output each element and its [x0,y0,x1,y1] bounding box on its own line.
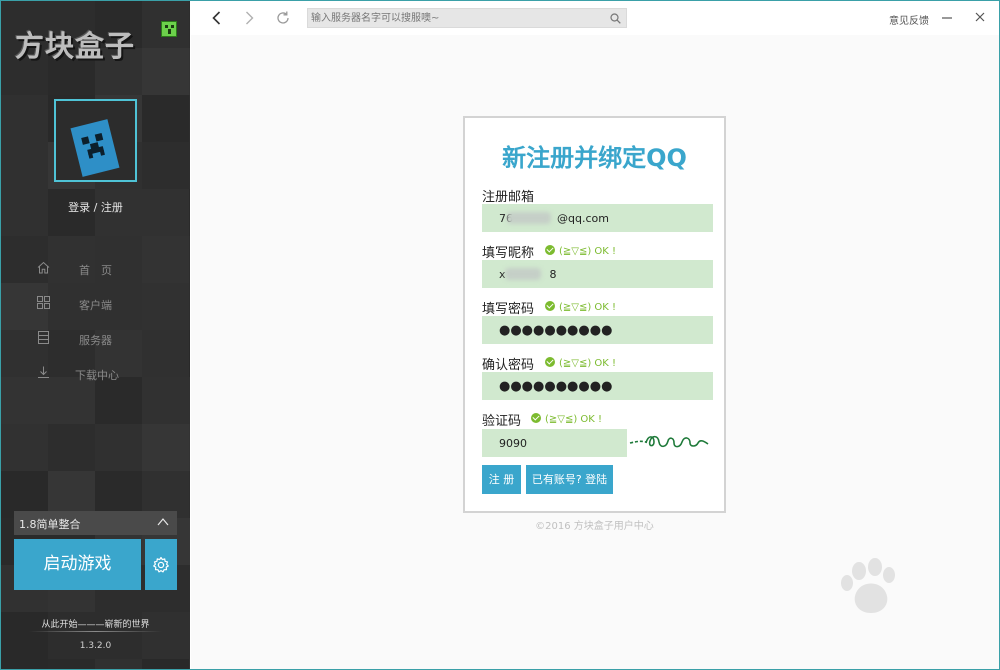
nickname-ok-status: (≧▽≦) OK ! [545,245,616,257]
nav-item-home[interactable]: 首 页 [37,259,177,279]
nav-label-download: 下载中心 [75,369,119,382]
gear-icon [153,556,169,573]
nav-item-download[interactable]: 下载中心 [37,364,177,384]
version-select-value: 1.8简单整合 [19,518,81,531]
home-icon [37,261,50,274]
minimize-icon[interactable] [939,9,955,25]
register-button[interactable]: 注 册 [482,465,521,494]
baidu-paw-logo [841,558,895,613]
app-logo-text: 方块盒子 [15,29,136,63]
captcha-squiggle-image [629,435,709,448]
captcha-ok-text: (≧▽≦) OK ! [545,414,603,425]
top-bar: 意见反馈 [191,1,999,35]
settings-button[interactable] [145,539,177,590]
confirm-password-label: 确认密码 [482,358,535,373]
refresh-icon[interactable] [275,10,291,26]
app-window: 方块盒子 登录 / 注册 首 页 客户端 服务器 下载中心 1.8简单整合 启动… [0,0,1000,670]
forward-icon[interactable] [241,10,257,26]
nav-label-server: 服务器 [79,334,112,347]
check-icon [545,357,555,367]
search-icon[interactable] [610,13,621,24]
check-icon [531,413,541,423]
sidebar: 方块盒子 登录 / 注册 首 页 客户端 服务器 下载中心 1.8简单整合 启动… [1,1,190,669]
creeper-logo-icon [161,21,177,37]
check-icon [545,245,555,255]
email-redaction [507,212,551,224]
back-icon[interactable] [209,10,225,26]
copyright-footer: ©2016 方块盒子用户中心 [535,521,654,532]
check-icon [545,301,555,311]
creeper-avatar-icon [70,119,120,177]
login-register-link[interactable]: 登录 / 注册 [1,199,190,215]
have-account-login-button[interactable]: 已有账号? 登陆 [526,465,613,494]
password-ok-status: (≧▽≦) OK ! [545,301,616,313]
nav-label-home: 首 页 [79,264,112,277]
launch-game-button[interactable]: 启动游戏 [14,539,141,590]
password-label: 填写密码 [482,302,535,317]
nickname-ok-text: (≧▽≦) OK ! [559,246,617,257]
user-avatar[interactable] [54,99,137,182]
grid-icon [37,296,50,309]
captcha-field[interactable] [482,429,627,457]
captcha-image[interactable] [628,429,712,457]
chevron-up-icon [157,518,169,526]
form-title: 新注册并绑定QQ [502,144,687,172]
nav-item-server[interactable]: 服务器 [37,329,177,349]
search-box [307,8,627,28]
server-icon [38,331,49,344]
version-select[interactable]: 1.8简单整合 [14,511,177,535]
confirm-password-field[interactable] [482,372,713,400]
nickname-redaction [505,268,541,280]
app-version: 1.3.2.0 [79,641,112,651]
confirm-password-ok-status: (≧▽≦) OK ! [545,357,616,369]
close-icon[interactable] [972,9,988,25]
captcha-label: 验证码 [482,414,522,429]
nav-item-client[interactable]: 客户端 [37,294,177,314]
register-card: 新注册并绑定QQ 注册邮箱 填写昵称 (≧▽≦) OK ! 填写密码 (≧▽≦)… [463,116,726,513]
email-label: 注册邮箱 [482,190,535,205]
slogan-text: 从此开始———崭新的世界 [41,620,150,630]
search-input[interactable] [308,9,604,27]
password-field[interactable] [482,316,713,344]
slogan-divider [29,631,162,632]
nickname-label: 填写昵称 [482,246,535,261]
password-ok-text: (≧▽≦) OK ! [559,302,617,313]
download-icon [38,366,49,378]
baidu-jingyan-watermark [765,557,965,657]
feedback-link[interactable]: 意见反馈 [889,12,929,27]
confirm-ok-text: (≧▽≦) OK ! [559,358,617,369]
nav-label-client: 客户端 [79,299,112,312]
app-logo: 方块盒子 [15,21,180,63]
captcha-ok-status: (≧▽≦) OK ! [531,413,602,425]
